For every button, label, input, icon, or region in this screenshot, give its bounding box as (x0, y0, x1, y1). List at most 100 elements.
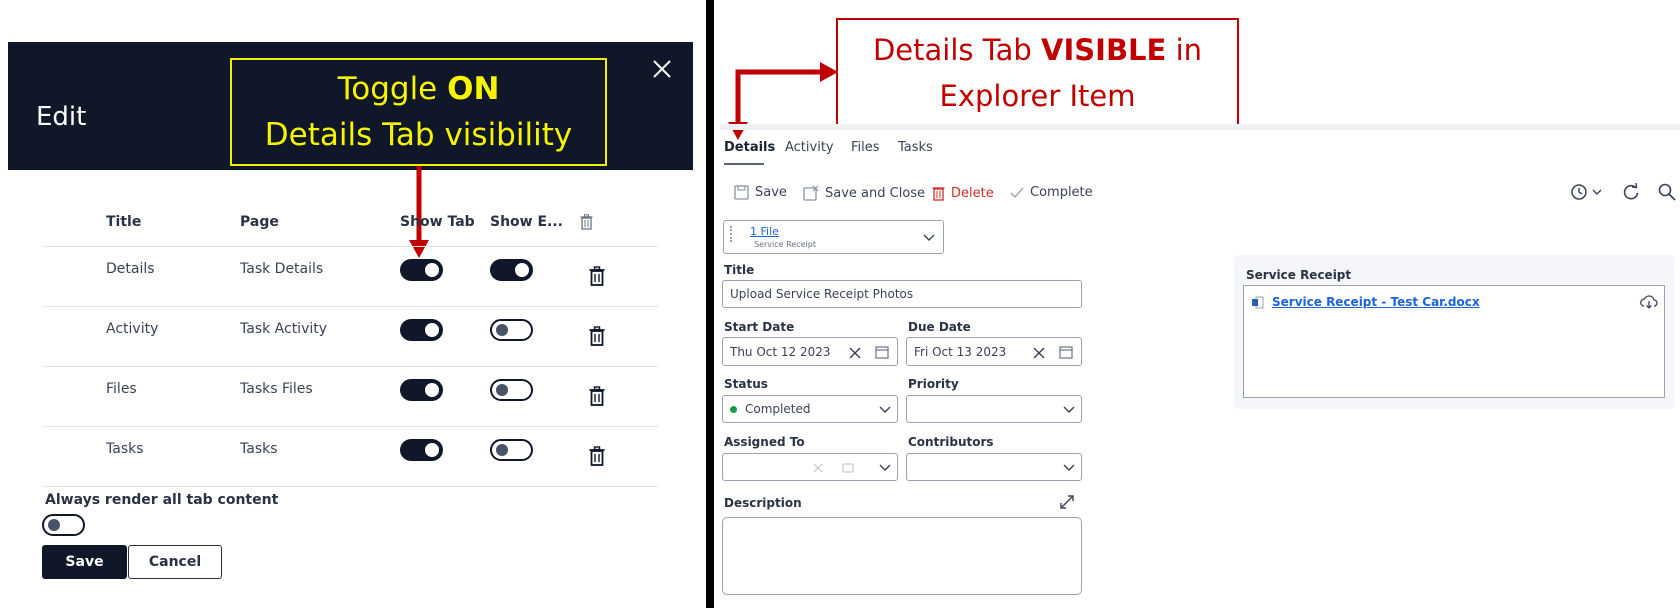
priority-dropdown[interactable] (906, 395, 1082, 423)
show-tab-toggle-details[interactable] (400, 259, 443, 281)
callout-text: in (1166, 33, 1203, 67)
toggle-on-callout: Toggle ON Details Tab visibility (230, 58, 607, 166)
calendar-icon[interactable] (1059, 345, 1073, 359)
refresh-icon[interactable] (1622, 183, 1640, 201)
chevron-down-icon (879, 406, 891, 413)
row-divider (42, 246, 658, 247)
trash-icon[interactable] (580, 214, 593, 230)
file-count-link[interactable]: 1 File (750, 225, 779, 238)
title-input-value: Upload Service Receipt Photos (730, 287, 914, 301)
row-divider (42, 486, 658, 487)
callout-emphasis: VISIBLE (1041, 33, 1167, 67)
priority-label: Priority (908, 377, 959, 391)
delete-row-icon[interactable] (589, 446, 605, 466)
chevron-down-icon (1063, 464, 1075, 471)
show-e-toggle-activity[interactable] (490, 319, 533, 341)
status-dot-icon (730, 405, 737, 413)
due-date-label: Due Date (908, 320, 971, 334)
row-divider (42, 426, 658, 427)
save-icon (734, 185, 749, 200)
edit-dialog-title: Edit (36, 102, 87, 132)
start-date-label: Start Date (724, 320, 795, 334)
service-receipt-file-link[interactable]: Service Receipt - Test Car.docx (1272, 295, 1480, 309)
callout-text: Toggle (337, 71, 448, 107)
show-e-toggle-tasks[interactable] (490, 439, 533, 461)
row-title-cell: Activity (106, 321, 159, 337)
expand-icon[interactable] (1059, 494, 1075, 510)
delete-row-icon[interactable] (589, 266, 605, 286)
clear-icon[interactable] (813, 463, 823, 473)
history-dropdown-icon[interactable] (1570, 183, 1606, 201)
title-input[interactable]: Upload Service Receipt Photos (722, 280, 1082, 308)
status-label: Status (724, 377, 768, 391)
people-icon[interactable] (842, 462, 854, 474)
start-date-picker[interactable]: Thu Oct 12 2023 (722, 337, 898, 366)
content-top-bar (720, 124, 1680, 130)
tab-activity[interactable]: Activity (785, 140, 834, 155)
title-field-label: Title (724, 263, 755, 277)
save-and-close-label: Save and Close (825, 185, 926, 201)
show-e-toggle-files[interactable] (490, 379, 533, 401)
panel-divider (706, 0, 714, 608)
description-label: Description (724, 496, 802, 510)
save-close-icon (803, 185, 819, 201)
due-date-picker[interactable]: Fri Oct 13 2023 (906, 337, 1082, 366)
file-picker-dropdown[interactable]: 1 File Service Receipt (723, 220, 944, 254)
column-header-title: Title (106, 214, 142, 230)
tab-tasks[interactable]: Tasks (898, 140, 933, 155)
tab-files[interactable]: Files (851, 140, 880, 155)
delete-button[interactable]: Delete (932, 185, 994, 201)
row-divider (42, 366, 658, 367)
callout-text: Details Tab (872, 33, 1042, 67)
clear-icon[interactable] (849, 347, 861, 359)
details-visible-callout: Details Tab VISIBLE in Explorer Item (836, 18, 1239, 126)
description-textarea[interactable] (722, 517, 1082, 595)
contributors-picker[interactable] (906, 453, 1082, 481)
assigned-to-label: Assigned To (724, 435, 805, 449)
chevron-down-icon (879, 464, 891, 471)
chevron-down-icon (1063, 406, 1075, 413)
callout-text: Explorer Item (939, 79, 1136, 113)
save-button[interactable]: Save (42, 545, 127, 579)
complete-button[interactable]: Complete (1010, 185, 1093, 200)
tab-details[interactable]: Details (724, 140, 775, 155)
delete-row-icon[interactable] (589, 386, 605, 406)
show-tab-toggle-files[interactable] (400, 379, 443, 401)
save-and-close-button[interactable]: Save and Close (803, 185, 925, 201)
clear-icon[interactable] (1033, 347, 1045, 359)
always-render-label: Always render all tab content (45, 492, 279, 508)
row-divider (42, 306, 658, 307)
delete-label: Delete (951, 185, 994, 201)
cloud-download-icon[interactable] (1640, 295, 1658, 309)
column-header-show-e: Show E... (490, 214, 563, 230)
calendar-icon[interactable] (875, 345, 889, 359)
file-picker-subtitle: Service Receipt (754, 240, 816, 249)
show-e-toggle-details[interactable] (490, 259, 533, 281)
show-tab-toggle-tasks[interactable] (400, 439, 443, 461)
column-header-show-tab: Show Tab (400, 214, 475, 230)
row-title-cell: Files (106, 381, 137, 397)
cancel-button[interactable]: Cancel (128, 545, 222, 579)
status-value: Completed (745, 402, 811, 416)
column-header-page: Page (240, 214, 279, 230)
chevron-down-icon (923, 234, 935, 241)
word-doc-icon (1252, 296, 1264, 309)
status-dropdown[interactable]: Completed (722, 395, 898, 423)
row-title-cell: Tasks (106, 441, 144, 457)
due-date-value: Fri Oct 13 2023 (914, 344, 1007, 359)
start-date-value: Thu Oct 12 2023 (730, 344, 831, 359)
row-title-cell: Details (106, 261, 155, 277)
assigned-to-picker[interactable] (722, 453, 898, 481)
show-tab-toggle-activity[interactable] (400, 319, 443, 341)
trash-icon (932, 187, 945, 201)
close-icon[interactable] (651, 58, 673, 80)
always-render-toggle[interactable] (42, 514, 85, 536)
search-icon[interactable] (1657, 182, 1677, 202)
callout-text: Details Tab visibility (264, 117, 573, 153)
save-toolbar-button[interactable]: Save (734, 185, 787, 200)
check-icon (1010, 187, 1024, 198)
contributors-label: Contributors (908, 435, 994, 449)
row-page-cell: Tasks (240, 441, 278, 457)
delete-row-icon[interactable] (589, 326, 605, 346)
active-tab-indicator (724, 163, 764, 165)
